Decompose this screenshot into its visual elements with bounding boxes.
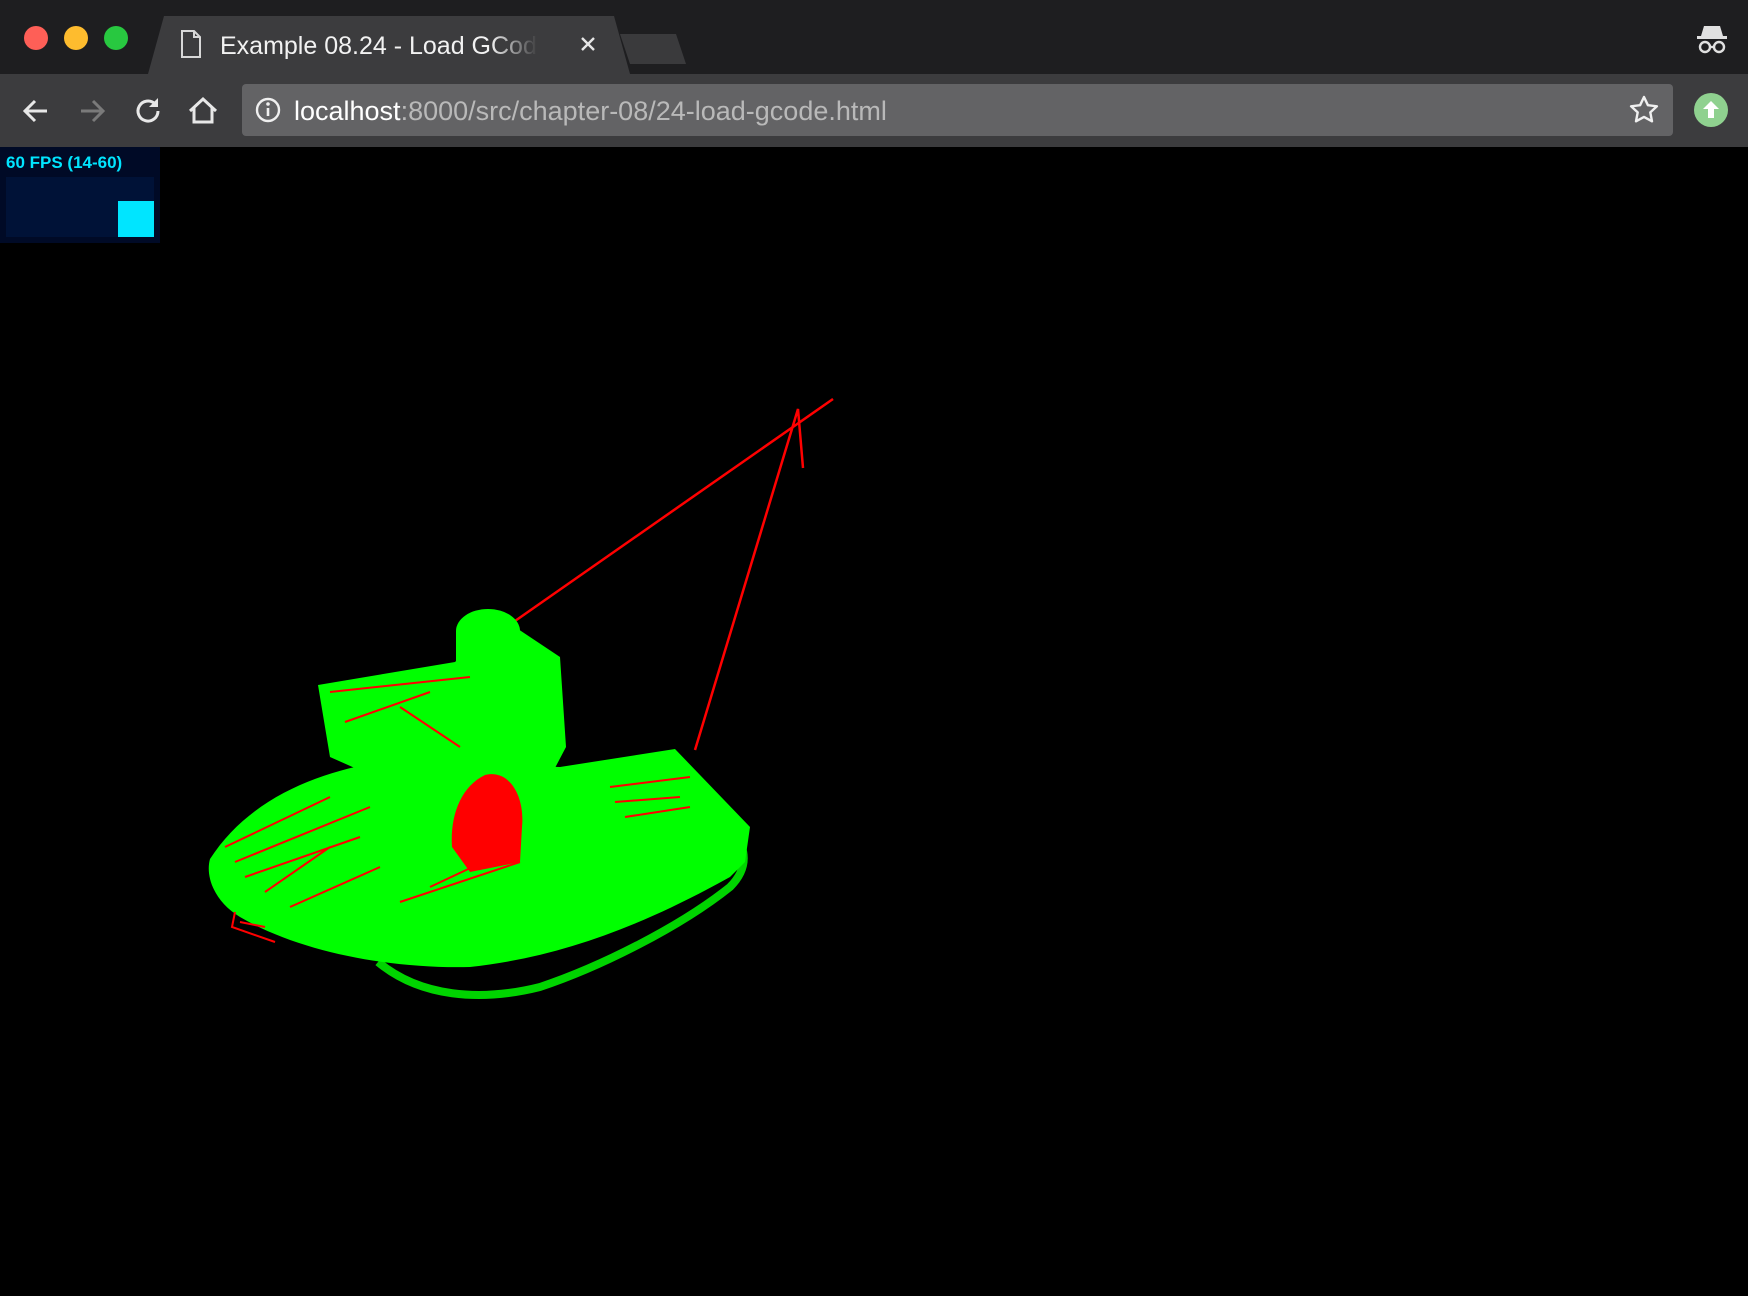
close-icon[interactable] bbox=[574, 30, 602, 58]
home-icon[interactable] bbox=[184, 92, 222, 130]
url-path: :8000/src/chapter-08/24-load-gcode.html bbox=[400, 96, 887, 126]
title-bar: Example 08.24 - Load GCode m bbox=[0, 0, 1748, 74]
star-icon[interactable] bbox=[1628, 94, 1660, 126]
info-icon[interactable] bbox=[254, 96, 282, 124]
close-window-button[interactable] bbox=[24, 26, 48, 50]
browser-toolbar: localhost:8000/src/chapter-08/24-load-gc… bbox=[0, 74, 1748, 147]
document-icon bbox=[181, 30, 201, 58]
tab-title: Example 08.24 - Load GCode m bbox=[220, 32, 538, 60]
url-text[interactable]: localhost:8000/src/chapter-08/24-load-gc… bbox=[294, 96, 887, 127]
gcode-model bbox=[208, 397, 834, 999]
update-arrow-icon[interactable] bbox=[1693, 92, 1729, 128]
incognito-icon[interactable] bbox=[1694, 20, 1730, 56]
arrow-right-icon[interactable] bbox=[73, 92, 111, 130]
active-tab[interactable]: Example 08.24 - Load GCode m bbox=[148, 16, 630, 74]
zoom-window-button[interactable] bbox=[104, 26, 128, 50]
reload-icon[interactable] bbox=[129, 92, 167, 130]
arrow-left-icon[interactable] bbox=[17, 92, 55, 130]
address-bar[interactable]: localhost:8000/src/chapter-08/24-load-gc… bbox=[242, 84, 1673, 136]
webgl-viewport[interactable]: 60 FPS (14-60) bbox=[0, 147, 1748, 1296]
new-tab-button[interactable] bbox=[620, 34, 686, 64]
url-host: localhost bbox=[294, 96, 401, 126]
minimize-window-button[interactable] bbox=[64, 26, 88, 50]
